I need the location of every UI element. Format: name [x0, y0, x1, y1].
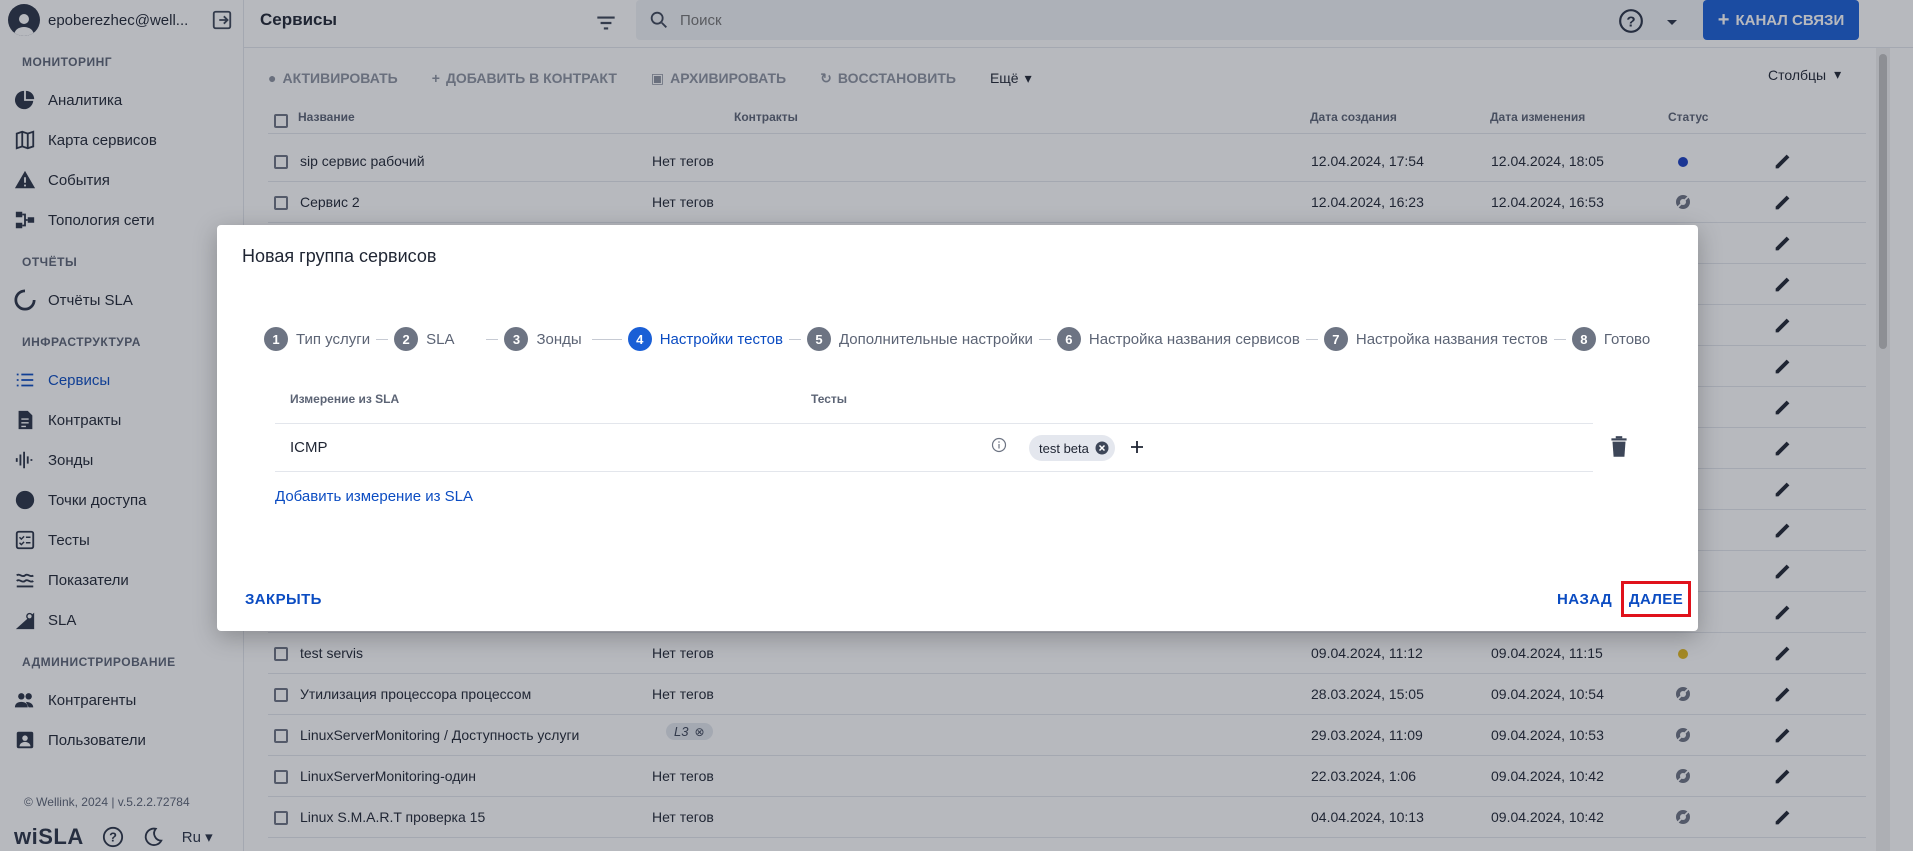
- add-test-icon[interactable]: [1127, 437, 1147, 457]
- wizard-stepper: 1 Тип услуги 2 SLA 3 Зонды 4 Настройки тестов 5 Д…: [264, 326, 1650, 352]
- trash-icon[interactable]: [1606, 434, 1632, 460]
- step-separator: [591, 338, 622, 340]
- info-icon[interactable]: [991, 437, 1007, 453]
- step-label: Настройка названия тестов: [1355, 330, 1548, 348]
- wizard-step[interactable]: 1 Тип услуги: [264, 327, 370, 351]
- dialog-title: Новая группа сервисов: [242, 246, 437, 266]
- step-separator: [376, 338, 389, 340]
- step-label: Готово: [1603, 330, 1651, 348]
- wizard-step[interactable]: 5 Дополнительные настройки: [806, 327, 1033, 351]
- wizard-step[interactable]: 6 Настройка названия сервисов: [1056, 327, 1300, 351]
- step-number: 5: [806, 327, 831, 351]
- step-separator: [1038, 338, 1051, 340]
- step-label: Зонды: [536, 330, 582, 348]
- step-number: 8: [1571, 327, 1596, 351]
- metric-name: ICMP: [290, 439, 328, 456]
- col-tests: Тесты: [811, 392, 848, 406]
- add-sla-metric-link[interactable]: Добавить измерение из SLA: [275, 488, 473, 505]
- step-number: 2: [394, 327, 419, 351]
- step-separator: [1553, 338, 1566, 340]
- step-separator: [1305, 338, 1318, 340]
- new-service-group-dialog: Новая группа сервисов 1 Тип услуги 2 SLA 3 Зо…: [217, 225, 1698, 631]
- step-number: 3: [504, 327, 529, 351]
- step-number: 1: [264, 327, 288, 351]
- wizard-step[interactable]: 4 Настройки тестов: [627, 327, 783, 351]
- step-number: 4: [627, 327, 652, 351]
- step-label: SLA: [426, 330, 455, 348]
- step-number: 7: [1323, 327, 1348, 351]
- col-sla-metric: Измерение из SLA: [290, 392, 400, 406]
- tests-row: ICMP test beta: [275, 423, 1593, 472]
- step-separator: [788, 338, 801, 340]
- next-button[interactable]: ДАЛЕЕ: [1621, 581, 1691, 617]
- step-separator: [486, 338, 499, 340]
- test-chip[interactable]: test beta: [1029, 435, 1115, 461]
- step-label: Тип услуги: [296, 330, 371, 348]
- wizard-step[interactable]: 2 SLA: [394, 327, 454, 351]
- back-button[interactable]: НАЗАД: [1557, 591, 1612, 608]
- close-button[interactable]: ЗАКРЫТЬ: [245, 591, 322, 608]
- step-label: Настройки тестов: [659, 330, 783, 348]
- step-number: 6: [1056, 327, 1081, 351]
- step-label: Настройка названия сервисов: [1088, 330, 1300, 348]
- step-label: Дополнительные настройки: [838, 330, 1033, 348]
- wizard-step[interactable]: 3 Зонды: [504, 327, 582, 351]
- wizard-step[interactable]: 7 Настройка названия тестов: [1323, 327, 1548, 351]
- wizard-step[interactable]: 8 Готово: [1571, 327, 1651, 351]
- test-chip-label: test beta: [1039, 440, 1089, 456]
- chip-remove-icon[interactable]: [1095, 441, 1109, 455]
